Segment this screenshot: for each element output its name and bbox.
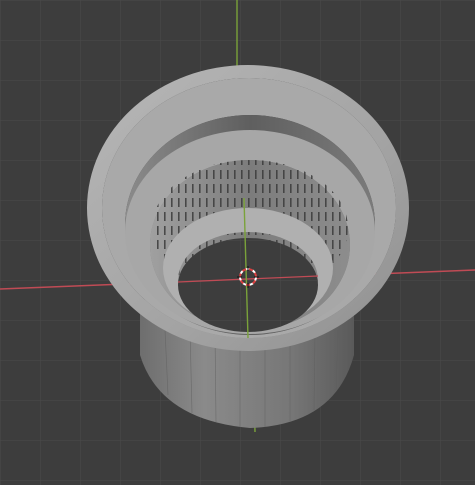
3d-viewport[interactable] bbox=[0, 0, 475, 485]
viewport-canvas[interactable] bbox=[0, 0, 475, 485]
